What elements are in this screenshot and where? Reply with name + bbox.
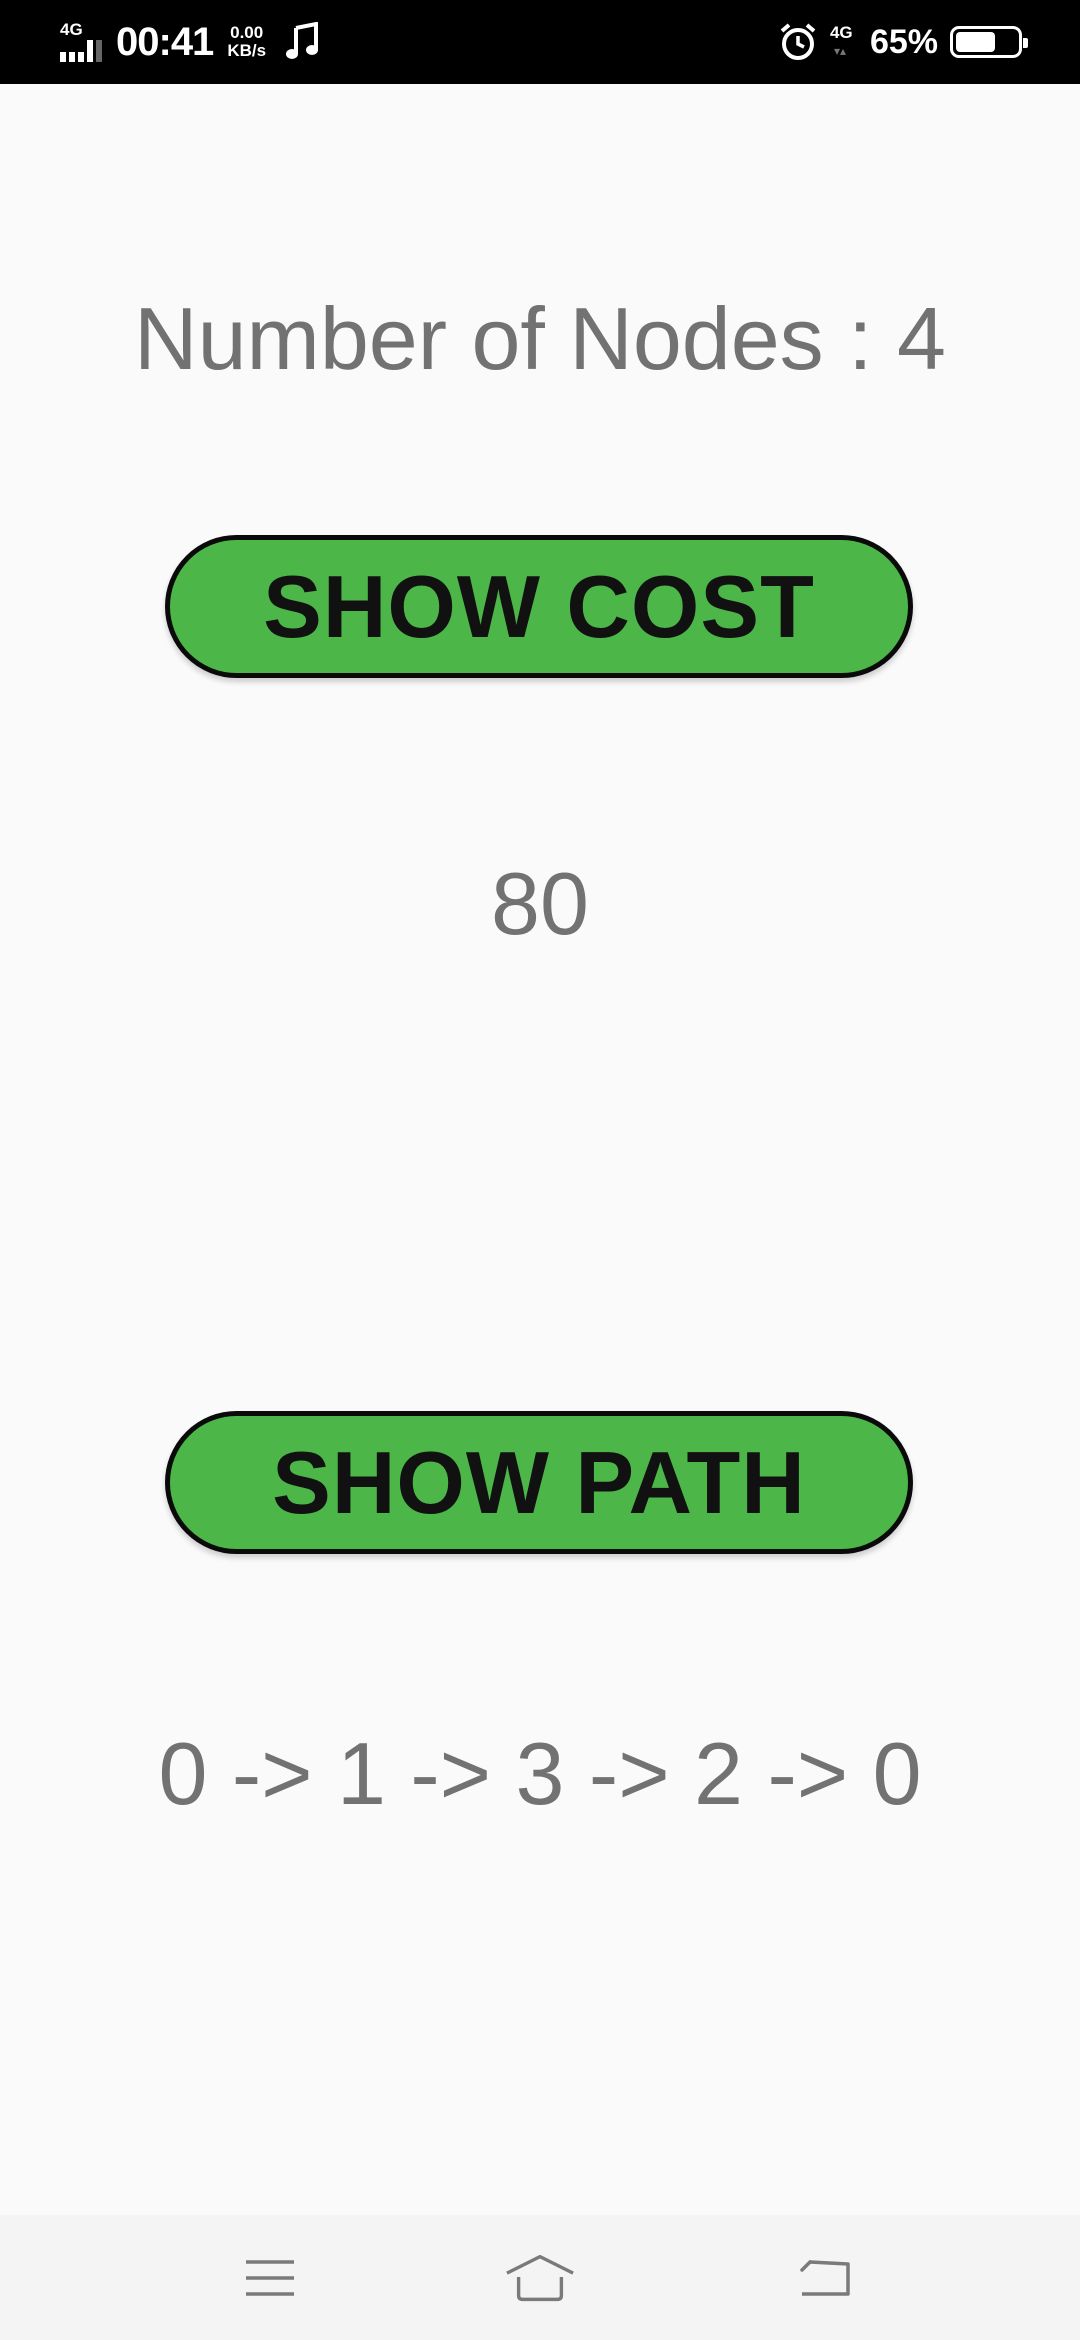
network-type-label: 4G	[60, 20, 83, 39]
battery-level	[956, 32, 995, 52]
show-cost-button[interactable]: SHOW COST	[165, 535, 913, 678]
battery-icon	[950, 26, 1028, 58]
back-button[interactable]	[789, 2247, 859, 2309]
status-bar: 4G 00:41 0.00 KB/s 4G ▾▴ 65%	[0, 0, 1080, 84]
clock: 00:41	[116, 19, 214, 64]
navigation-bar	[0, 2215, 1080, 2340]
network-speed: 0.00 KB/s	[227, 24, 266, 60]
network-speed-value: 0.00	[230, 23, 264, 42]
show-path-button[interactable]: SHOW PATH	[165, 1411, 913, 1554]
path-value: 0 -> 1 -> 3 -> 2 -> 0	[158, 1724, 922, 1823]
cell-signal-icon: 4G	[58, 20, 104, 64]
home-icon	[506, 2254, 574, 2302]
status-bar-right: 4G ▾▴ 65%	[778, 0, 1028, 84]
battery-percent: 65%	[869, 22, 938, 61]
home-button[interactable]	[505, 2247, 575, 2309]
node-count-label: Number of Nodes : 4	[134, 289, 946, 388]
back-icon	[800, 2260, 850, 2296]
status-bar-left: 4G 00:41 0.00 KB/s	[58, 0, 320, 84]
cost-value: 80	[491, 854, 589, 953]
network-type-right: 4G	[829, 23, 853, 42]
music-note-icon	[286, 22, 319, 59]
mobile-data-icon: 4G ▾▴	[829, 23, 853, 59]
menu-button[interactable]	[235, 2247, 305, 2309]
alarm-icon	[780, 23, 816, 60]
menu-icon	[246, 2260, 294, 2296]
network-speed-unit: KB/s	[227, 41, 267, 60]
